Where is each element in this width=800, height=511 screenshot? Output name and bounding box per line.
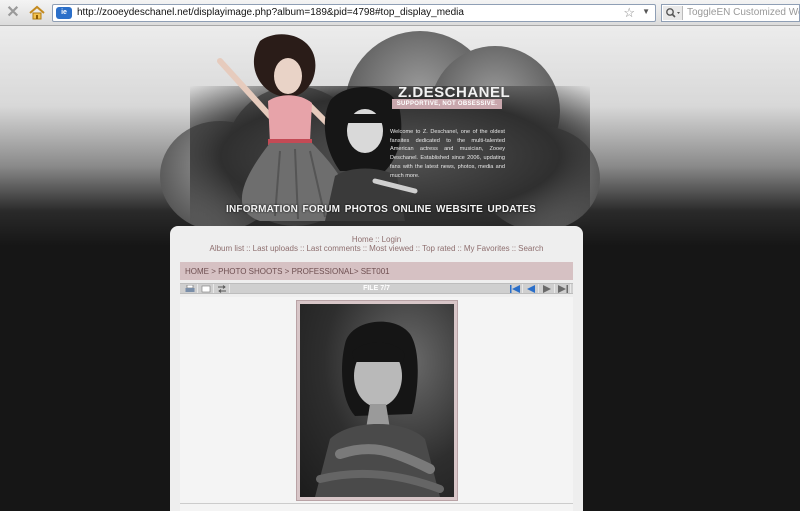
link-top-rated[interactable]: Top rated xyxy=(422,244,455,253)
photo-portrait-image xyxy=(315,321,444,497)
link-most-viewed[interactable]: Most viewed xyxy=(369,244,413,253)
nav-updates[interactable]: UPDATES xyxy=(488,204,536,215)
gallery-panel: Home:: Login Album list:: Last uploads:: La… xyxy=(170,226,583,511)
home-icon[interactable] xyxy=(28,4,46,22)
page-body: Z.DESCHANEL SUPPORTIVE, NOT OBSESSIVE. W… xyxy=(0,26,800,511)
link-login[interactable]: Login xyxy=(382,235,402,244)
last-icon[interactable] xyxy=(555,284,571,293)
previous-icon[interactable] xyxy=(523,284,539,293)
site-tagline: SUPPORTIVE, NOT OBSESSIVE. xyxy=(392,99,502,109)
photo-divider xyxy=(180,503,573,504)
link-last-comments[interactable]: Last comments xyxy=(306,244,360,253)
main-nav: INFORMATION FORUM PHOTOS ONLINE WEBSITE … xyxy=(226,204,536,215)
image-navigation xyxy=(507,284,571,293)
site-favicon: ie xyxy=(56,7,72,19)
bookmark-star-icon[interactable]: ☆ xyxy=(623,5,635,21)
address-bar[interactable]: ie http://zooeydeschanel.net/displayimag… xyxy=(52,4,656,22)
image-controls: FILE 7/7 xyxy=(180,283,573,294)
comment-icon[interactable] xyxy=(198,284,214,293)
dropdown-icon[interactable]: ▼ xyxy=(642,7,650,16)
site-banner: Z.DESCHANEL SUPPORTIVE, NOT OBSESSIVE. W… xyxy=(130,26,605,231)
link-home[interactable]: Home xyxy=(352,235,373,244)
link-last-uploads[interactable]: Last uploads xyxy=(253,244,298,253)
link-album-list[interactable]: Album list xyxy=(209,244,244,253)
breadcrumb: HOME > PHOTO SHOOTS > PROFESSIONAL> SET0… xyxy=(180,262,573,280)
nav-website[interactable]: WEBSITE xyxy=(436,204,483,215)
search-engine-icon[interactable] xyxy=(663,6,683,20)
search-input[interactable]: ToggleEN Customized Web Search xyxy=(687,7,799,18)
link-my-favorites[interactable]: My Favorites xyxy=(464,244,510,253)
gallery-links: Album list:: Last uploads:: Last comments:… xyxy=(209,244,544,253)
main-photo[interactable] xyxy=(300,304,454,497)
next-icon[interactable] xyxy=(539,284,555,293)
breadcrumb-photo-shoots[interactable]: PHOTO SHOOTS xyxy=(218,267,282,276)
print-icon[interactable] xyxy=(182,284,198,293)
nav-information[interactable]: INFORMATION xyxy=(226,204,298,215)
top-links: Home:: Login xyxy=(351,235,402,244)
browser-toolbar: ✕ ie http://zooeydeschanel.net/displayim… xyxy=(0,0,800,26)
breadcrumb-set001[interactable]: SET001 xyxy=(361,267,390,276)
breadcrumb-professional[interactable]: PROFESSIONAL xyxy=(292,267,354,276)
breadcrumb-trail: HOME > PHOTO SHOOTS > PROFESSIONAL> SET0… xyxy=(185,267,390,276)
photo-frame xyxy=(296,300,458,501)
first-icon[interactable] xyxy=(507,284,523,293)
stop-icon[interactable]: ✕ xyxy=(4,4,22,22)
breadcrumb-home[interactable]: HOME xyxy=(185,267,209,276)
nav-forum[interactable]: FORUM xyxy=(303,204,341,215)
slideshow-icon[interactable] xyxy=(214,284,230,293)
photo-display xyxy=(180,297,573,511)
url-text[interactable]: http://zooeydeschanel.net/displayimage.p… xyxy=(77,7,464,18)
nav-online[interactable]: ONLINE xyxy=(393,204,432,215)
link-search[interactable]: Search xyxy=(518,244,543,253)
welcome-text: Welcome to Z. Deschanel, one of the olde… xyxy=(390,129,505,179)
search-box[interactable]: ToggleEN Customized Web Search xyxy=(661,4,800,22)
nav-photos[interactable]: PHOTOS xyxy=(345,204,388,215)
image-tools xyxy=(182,284,230,293)
